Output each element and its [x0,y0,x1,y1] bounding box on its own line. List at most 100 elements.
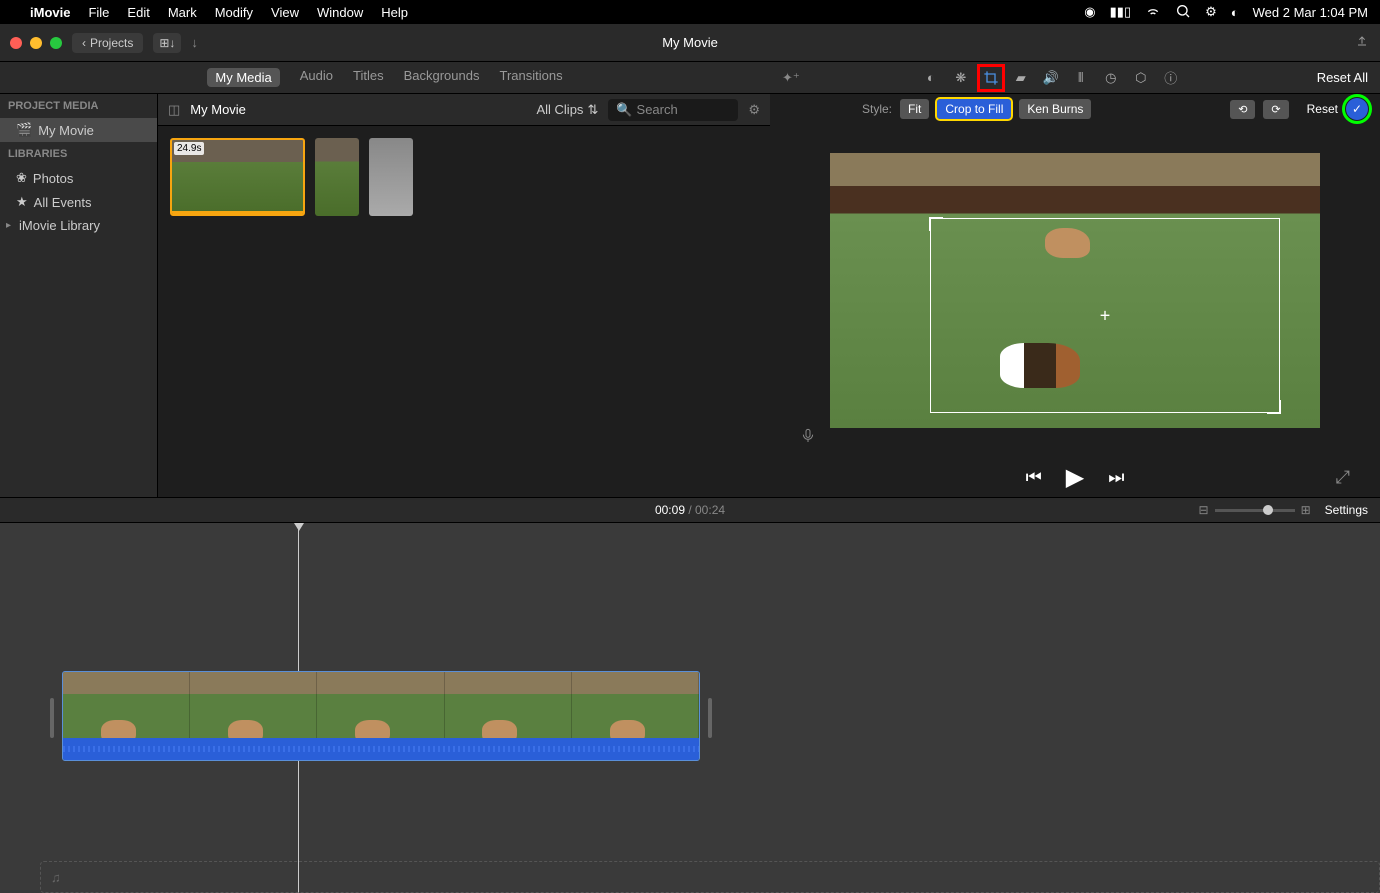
sidebar-toggle-icon[interactable]: ◫ [168,102,180,118]
event-browser: ◫ My Movie All Clips ⇅ 🔍 Search ⚙ 24.9s [158,94,770,497]
crop-center-icon: + [1100,305,1111,326]
browser-header: ◫ My Movie All Clips ⇅ 🔍 Search ⚙ [158,94,770,126]
crop-icon[interactable] [982,69,1000,87]
thumbnail-area: 24.9s [158,126,770,228]
menu-file[interactable]: File [88,5,109,20]
color-balance-icon[interactable]: ◐ [922,69,940,87]
timeline-clip[interactable] [62,671,700,761]
siri-icon[interactable]: ◐ [1231,5,1239,20]
tab-my-media[interactable]: My Media [207,68,279,87]
main-content: PROJECT MEDIA 🎬 My Movie LIBRARIES ❀ Pho… [0,94,1380,497]
voiceover-button[interactable] [800,428,816,447]
clip-thumbnail[interactable]: 24.9s [170,138,305,216]
reset-button[interactable]: Reset [1307,102,1338,116]
noise-reduction-icon[interactable]: ⫴ [1072,69,1090,87]
close-button[interactable] [10,37,22,49]
spotlight-icon[interactable] [1175,3,1191,22]
settings-gear-icon[interactable]: ⚙ [748,102,760,118]
import-icon: ⊞↓ [159,36,175,50]
style-label: Style: [862,102,892,116]
clip-handle-right[interactable] [708,698,712,738]
tab-backgrounds[interactable]: Backgrounds [404,68,480,87]
photos-icon: ❀ [16,170,27,186]
menu-window[interactable]: Window [317,5,363,20]
audio-waveform[interactable] [63,738,699,760]
menu-mark[interactable]: Mark [168,5,197,20]
menubar: iMovie File Edit Mark Modify View Window… [0,0,1380,24]
clip-filter-icon[interactable]: ⬡ [1132,69,1150,87]
sidebar-item-label: All Events [34,195,92,210]
menu-edit[interactable]: Edit [127,5,149,20]
style-crop-to-fill-button[interactable]: Crop to Fill [937,99,1011,119]
sidebar-item-my-movie[interactable]: 🎬 My Movie [0,118,157,142]
menu-help[interactable]: Help [381,5,408,20]
style-ken-burns-button[interactable]: Ken Burns [1019,99,1091,119]
app-menu[interactable]: iMovie [30,5,70,20]
tab-audio[interactable]: Audio [300,68,333,87]
enhance-button[interactable]: ✦⁺ [782,70,800,86]
back-to-projects-button[interactable]: ‹ Projects [72,33,143,53]
rotate-ccw-button[interactable]: ⟲ [1230,100,1255,119]
clip-thumbnail[interactable] [315,138,359,216]
timecode: 00:09 / 00:24 [655,503,725,517]
play-button[interactable]: ▶ [1066,463,1084,492]
sidebar-item-imovie-library[interactable]: ▸ iMovie Library [0,214,157,237]
next-frame-button[interactable]: ⏭ [1108,467,1124,488]
music-note-icon: ♫ [51,870,61,885]
timeline[interactable]: ♫ [0,523,1380,893]
rotate-cw-button[interactable]: ⟳ [1263,100,1288,119]
window-toolbar: ‹ Projects ⊞↓ ↓ My Movie [0,24,1380,62]
clip-duration: 24.9s [174,142,204,155]
sidebar-item-label: iMovie Library [19,218,100,233]
volume-icon[interactable]: 🔊 [1042,69,1060,87]
menu-modify[interactable]: Modify [215,5,253,20]
color-correction-icon[interactable]: ❋ [952,69,970,87]
battery-icon[interactable]: ▮▮▯ [1110,4,1131,20]
import-button[interactable]: ⊞↓ [153,33,181,53]
crop-controls: Style: Fit Crop to Fill Ken Burns ⟲ ⟳ Re… [770,94,1380,124]
minimize-button[interactable] [30,37,42,49]
back-label: Projects [90,36,133,50]
sidebar-item-label: My Movie [38,123,94,138]
speed-icon[interactable]: ◷ [1102,69,1120,87]
zoom-out-icon: ⊟ [1199,503,1209,517]
timeline-settings-button[interactable]: Settings [1325,503,1368,517]
search-placeholder: Search [637,102,678,117]
sidebar: PROJECT MEDIA 🎬 My Movie LIBRARIES ❀ Pho… [0,94,158,497]
disclosure-triangle-icon[interactable]: ▸ [6,220,11,231]
clip-handle-left[interactable] [50,698,54,738]
total-duration: 00:24 [695,503,725,517]
reset-all-button[interactable]: Reset All [1317,70,1368,85]
search-input[interactable]: 🔍 Search [608,99,738,121]
apply-crop-button[interactable]: ✓ [1346,98,1368,120]
clip-thumbnail[interactable] [369,138,413,216]
music-well[interactable]: ♫ [40,861,1380,893]
clips-filter-dropdown[interactable]: All Clips ⇅ [536,102,598,118]
share-button[interactable] [1354,33,1370,52]
maximize-button[interactable] [50,37,62,49]
stabilization-icon[interactable]: ▰ [1012,69,1030,87]
sidebar-item-label: Photos [33,171,73,186]
chevron-left-icon: ‹ [82,36,86,50]
control-center-icon[interactable]: ⚙ [1205,4,1217,20]
wifi-icon[interactable] [1145,3,1161,22]
tab-titles[interactable]: Titles [353,68,384,87]
creative-cloud-icon[interactable]: ◉ [1084,4,1095,20]
event-name: My Movie [190,102,246,117]
prev-frame-button[interactable]: ⏮ [1026,467,1042,488]
style-fit-button[interactable]: Fit [900,99,929,119]
zoom-slider[interactable]: ⊟ ⊞ [1199,503,1311,517]
datetime[interactable]: Wed 2 Mar 1:04 PM [1253,5,1368,20]
menu-view[interactable]: View [271,5,299,20]
sidebar-item-all-events[interactable]: ★ All Events [0,190,157,214]
info-icon[interactable]: ⓘ [1162,69,1180,87]
preview-canvas[interactable]: + [830,153,1320,428]
sidebar-item-photos[interactable]: ❀ Photos [0,166,157,190]
crop-box[interactable]: + [930,218,1280,413]
zoom-knob[interactable] [1263,505,1273,515]
tab-transitions[interactable]: Transitions [499,68,562,87]
viewer: Style: Fit Crop to Fill Ken Burns ⟲ ⟳ Re… [770,94,1380,497]
fullscreen-button[interactable]: ⤢ [1336,467,1350,488]
clapperboard-icon: 🎬 [16,122,32,138]
download-icon[interactable]: ↓ [191,35,198,50]
